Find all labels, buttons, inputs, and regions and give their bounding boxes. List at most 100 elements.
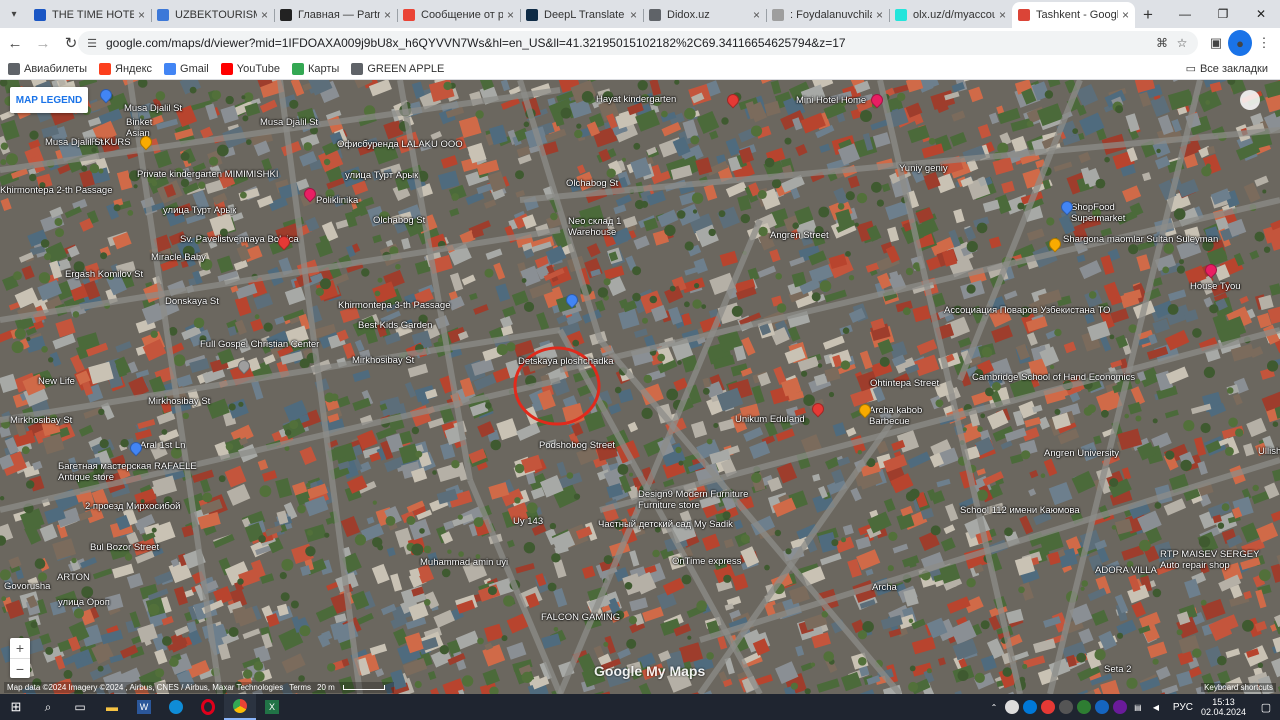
map-options-icon[interactable] [1240,90,1260,110]
browser-tab[interactable]: olx.uz/d/myaccount/ × [889,2,1012,28]
bookmark-item[interactable]: YouTube [220,62,280,75]
bookmark-item[interactable]: Карты [291,62,339,75]
forward-icon[interactable]: → [30,30,56,56]
task-view-icon[interactable]: ▭ [64,694,96,720]
map-place-label[interactable]: Archa [872,582,897,593]
map-place-label[interactable]: улица Ороп [58,597,110,608]
all-bookmarks[interactable]: ▭ Все закладки [1186,62,1268,76]
browser-tab[interactable]: Главная — Partner C × [274,2,397,28]
back-icon[interactable]: ← [2,30,28,56]
bookmark-item[interactable]: Gmail [164,62,209,75]
map-place-label[interactable]: Full Gospel Christian Center [200,339,319,350]
map-place-label[interactable]: Musa Djalil St [45,137,103,148]
opera-icon[interactable] [192,694,224,720]
windows-start-icon[interactable]: ⊞ [0,694,32,720]
map-place-label[interactable]: School 112 имени Каюмова [960,505,1080,516]
map-place-label[interactable]: ShopFood Supermarket [1071,202,1125,224]
map-place-label[interactable]: Angren University [1044,448,1119,459]
tray-app-icon[interactable] [1058,700,1073,714]
tab-close-icon[interactable]: × [261,8,268,22]
browser-tab[interactable]: : Foydalanuvchilarni × [766,2,889,28]
tray-app-icon[interactable] [1004,700,1019,714]
notifications-icon[interactable]: ▢ [1252,694,1280,720]
chrome-icon[interactable] [224,694,256,720]
tray-app-icon[interactable] [1112,700,1127,714]
map-place-label[interactable]: Private kindergarten MIMIMISHKI [137,169,279,180]
map-place-label[interactable]: Bul Bozor Street [90,542,159,553]
tab-close-icon[interactable]: × [876,8,883,22]
map-place-label[interactable]: Hayat kindergarten [596,94,676,105]
map-place-label[interactable]: ARTON [57,572,90,583]
map-place-label[interactable]: улица Турт Арык [163,205,236,216]
browser-tab[interactable]: DeepL Translate – Ca × [520,2,643,28]
map-place-label[interactable]: Angren Street [770,230,829,241]
excel-icon[interactable]: X [256,694,288,720]
map-place-label[interactable]: Donskaya St [165,296,219,307]
browser-tab[interactable]: THE TIME HOTEL - × [28,2,151,28]
map-place-label[interactable]: Design9 Modern Furniture Furniture store [638,489,748,511]
map-place-label[interactable]: Khirmontepa 3-th Passage [338,300,450,311]
tab-search-icon[interactable]: ▾ [0,0,28,28]
edge-icon[interactable] [160,694,192,720]
map-place-label[interactable]: ADORA VILLA [1095,565,1157,576]
map-place-label[interactable]: Ergash Komilov St [65,269,143,280]
browser-tab[interactable]: Tashkent - Google M × [1012,2,1135,28]
map-place-label[interactable]: Ohtintepa Street [870,378,939,389]
map-place-label[interactable]: Neo склад 1 Warehouse [568,216,621,238]
word-icon[interactable]: W [128,694,160,720]
browser-tab[interactable]: UZBEKTOURISM × [151,2,274,28]
map-place-label[interactable]: Mirkhosibay St [148,396,210,407]
map-place-label[interactable]: Archa kabob Barbecue [869,405,922,427]
tab-close-icon[interactable]: × [630,8,637,22]
bookmark-item[interactable]: GREEN APPLE [351,62,444,75]
restore-icon[interactable]: ❐ [1204,0,1242,28]
map-place-label[interactable]: 2 проезд Мирхосибой [85,501,180,512]
tray-app-icon[interactable] [1076,700,1091,714]
map-place-label[interactable]: Khirmontepa 2-th Passage [0,185,112,196]
zoom-out-button[interactable]: − [10,658,30,679]
keyboard-shortcuts-link[interactable]: Keyboard shortcuts [1201,683,1276,692]
map-place-label[interactable]: Musa Djalil St [124,103,182,114]
map-place-label[interactable]: OnTime express [672,556,741,567]
clock[interactable]: 15:13 02.04.2024 [1201,697,1246,717]
map-place-label[interactable]: Mini Hotel Home [796,95,866,106]
map-place-label[interactable]: улица Турт Арык [345,170,418,181]
map-place-label[interactable]: Офисбуренда LALAKU OOO [337,139,463,150]
map-place-label[interactable]: Detskaya ploshchadka [518,356,614,367]
map-place-label[interactable]: Aral 1st Ln [140,440,185,451]
map-place-label[interactable]: Podshobog Street [539,440,615,451]
map-place-label[interactable]: FALCON GAMING [541,612,620,623]
network-icon[interactable]: ▤ [1131,700,1145,714]
side-panel-icon[interactable]: ▣ [1204,30,1228,56]
volume-icon[interactable]: ◀ [1149,700,1163,714]
map-place-label[interactable]: Shargona maomlar Sultan Suleyman [1063,234,1218,245]
map-place-label[interactable]: Частный детский сад My Sadik [598,519,733,530]
map-place-label[interactable]: Ullish [1258,446,1280,457]
map-place-label[interactable]: Poliklinika [316,195,358,206]
minimize-icon[interactable]: — [1166,0,1204,28]
bookmark-item[interactable]: Авиабилеты [8,62,87,75]
tab-close-icon[interactable]: × [384,8,391,22]
tray-app-icon[interactable] [1040,700,1055,714]
site-info-icon[interactable]: ☰ [84,35,100,51]
language-indicator[interactable]: РУС [1173,702,1193,713]
map-place-label[interactable]: House Tyou [1190,281,1241,292]
terms-link[interactable]: Terms [289,683,311,692]
map-place-label[interactable]: New Life [38,376,75,387]
tab-close-icon[interactable]: × [753,8,760,22]
browser-tab[interactable]: Didox.uz × [643,2,766,28]
new-tab-button[interactable]: + [1135,2,1161,28]
map-place-label[interactable]: Miracle Baby [151,252,206,263]
map-place-label[interactable]: Mirkhosibay St [352,355,414,366]
map-place-label[interactable]: Unikum Eduland [735,414,805,425]
tray-app-icon[interactable] [1094,700,1109,714]
map-place-label[interactable]: Olchabog St [373,215,425,226]
map-legend-button[interactable]: MAP LEGEND [10,87,88,113]
tab-close-icon[interactable]: × [1122,8,1129,22]
tab-close-icon[interactable]: × [999,8,1006,22]
search-icon[interactable]: ⌕ [32,694,64,720]
hidden-icons-icon[interactable]: ⌃ [987,700,1001,714]
map-place-label[interactable]: Seta 2 [1104,664,1131,675]
map-place-label[interactable]: RTP MAISEV SERGEY Auto repair shop [1160,549,1259,571]
close-icon[interactable]: ✕ [1242,0,1280,28]
